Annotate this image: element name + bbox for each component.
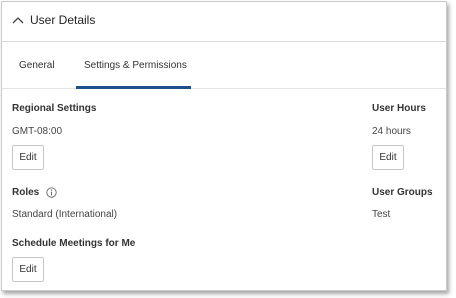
user-groups-value: Test <box>372 209 391 220</box>
chevron-up-icon[interactable] <box>11 14 25 28</box>
regional-settings-label: Regional Settings <box>12 103 97 114</box>
user-details-header[interactable]: User Details <box>2 2 446 42</box>
user-details-panel: User Details General Settings & Permissi… <box>1 1 447 291</box>
active-tab-indicator <box>76 86 191 89</box>
schedule-meetings-label: Schedule Meetings for Me <box>12 238 136 249</box>
regional-settings-value: GMT-08:00 <box>12 126 63 137</box>
roles-value: Standard (International) <box>12 209 118 220</box>
tab-settings-permissions[interactable]: Settings & Permissions <box>84 60 187 71</box>
user-groups-label: User Groups <box>372 187 433 198</box>
user-hours-label: User Hours <box>372 103 426 114</box>
regional-settings-edit-button[interactable]: Edit <box>12 145 44 170</box>
user-hours-edit-button[interactable]: Edit <box>372 145 404 170</box>
panel-title: User Details <box>30 13 96 27</box>
schedule-meetings-edit-button[interactable]: Edit <box>12 257 44 282</box>
user-hours-value: 24 hours <box>372 126 411 137</box>
roles-label: Roles <box>12 187 40 198</box>
info-icon[interactable] <box>46 187 57 198</box>
tab-bar: General Settings & Permissions <box>2 43 446 89</box>
tab-general[interactable]: General <box>19 60 55 71</box>
